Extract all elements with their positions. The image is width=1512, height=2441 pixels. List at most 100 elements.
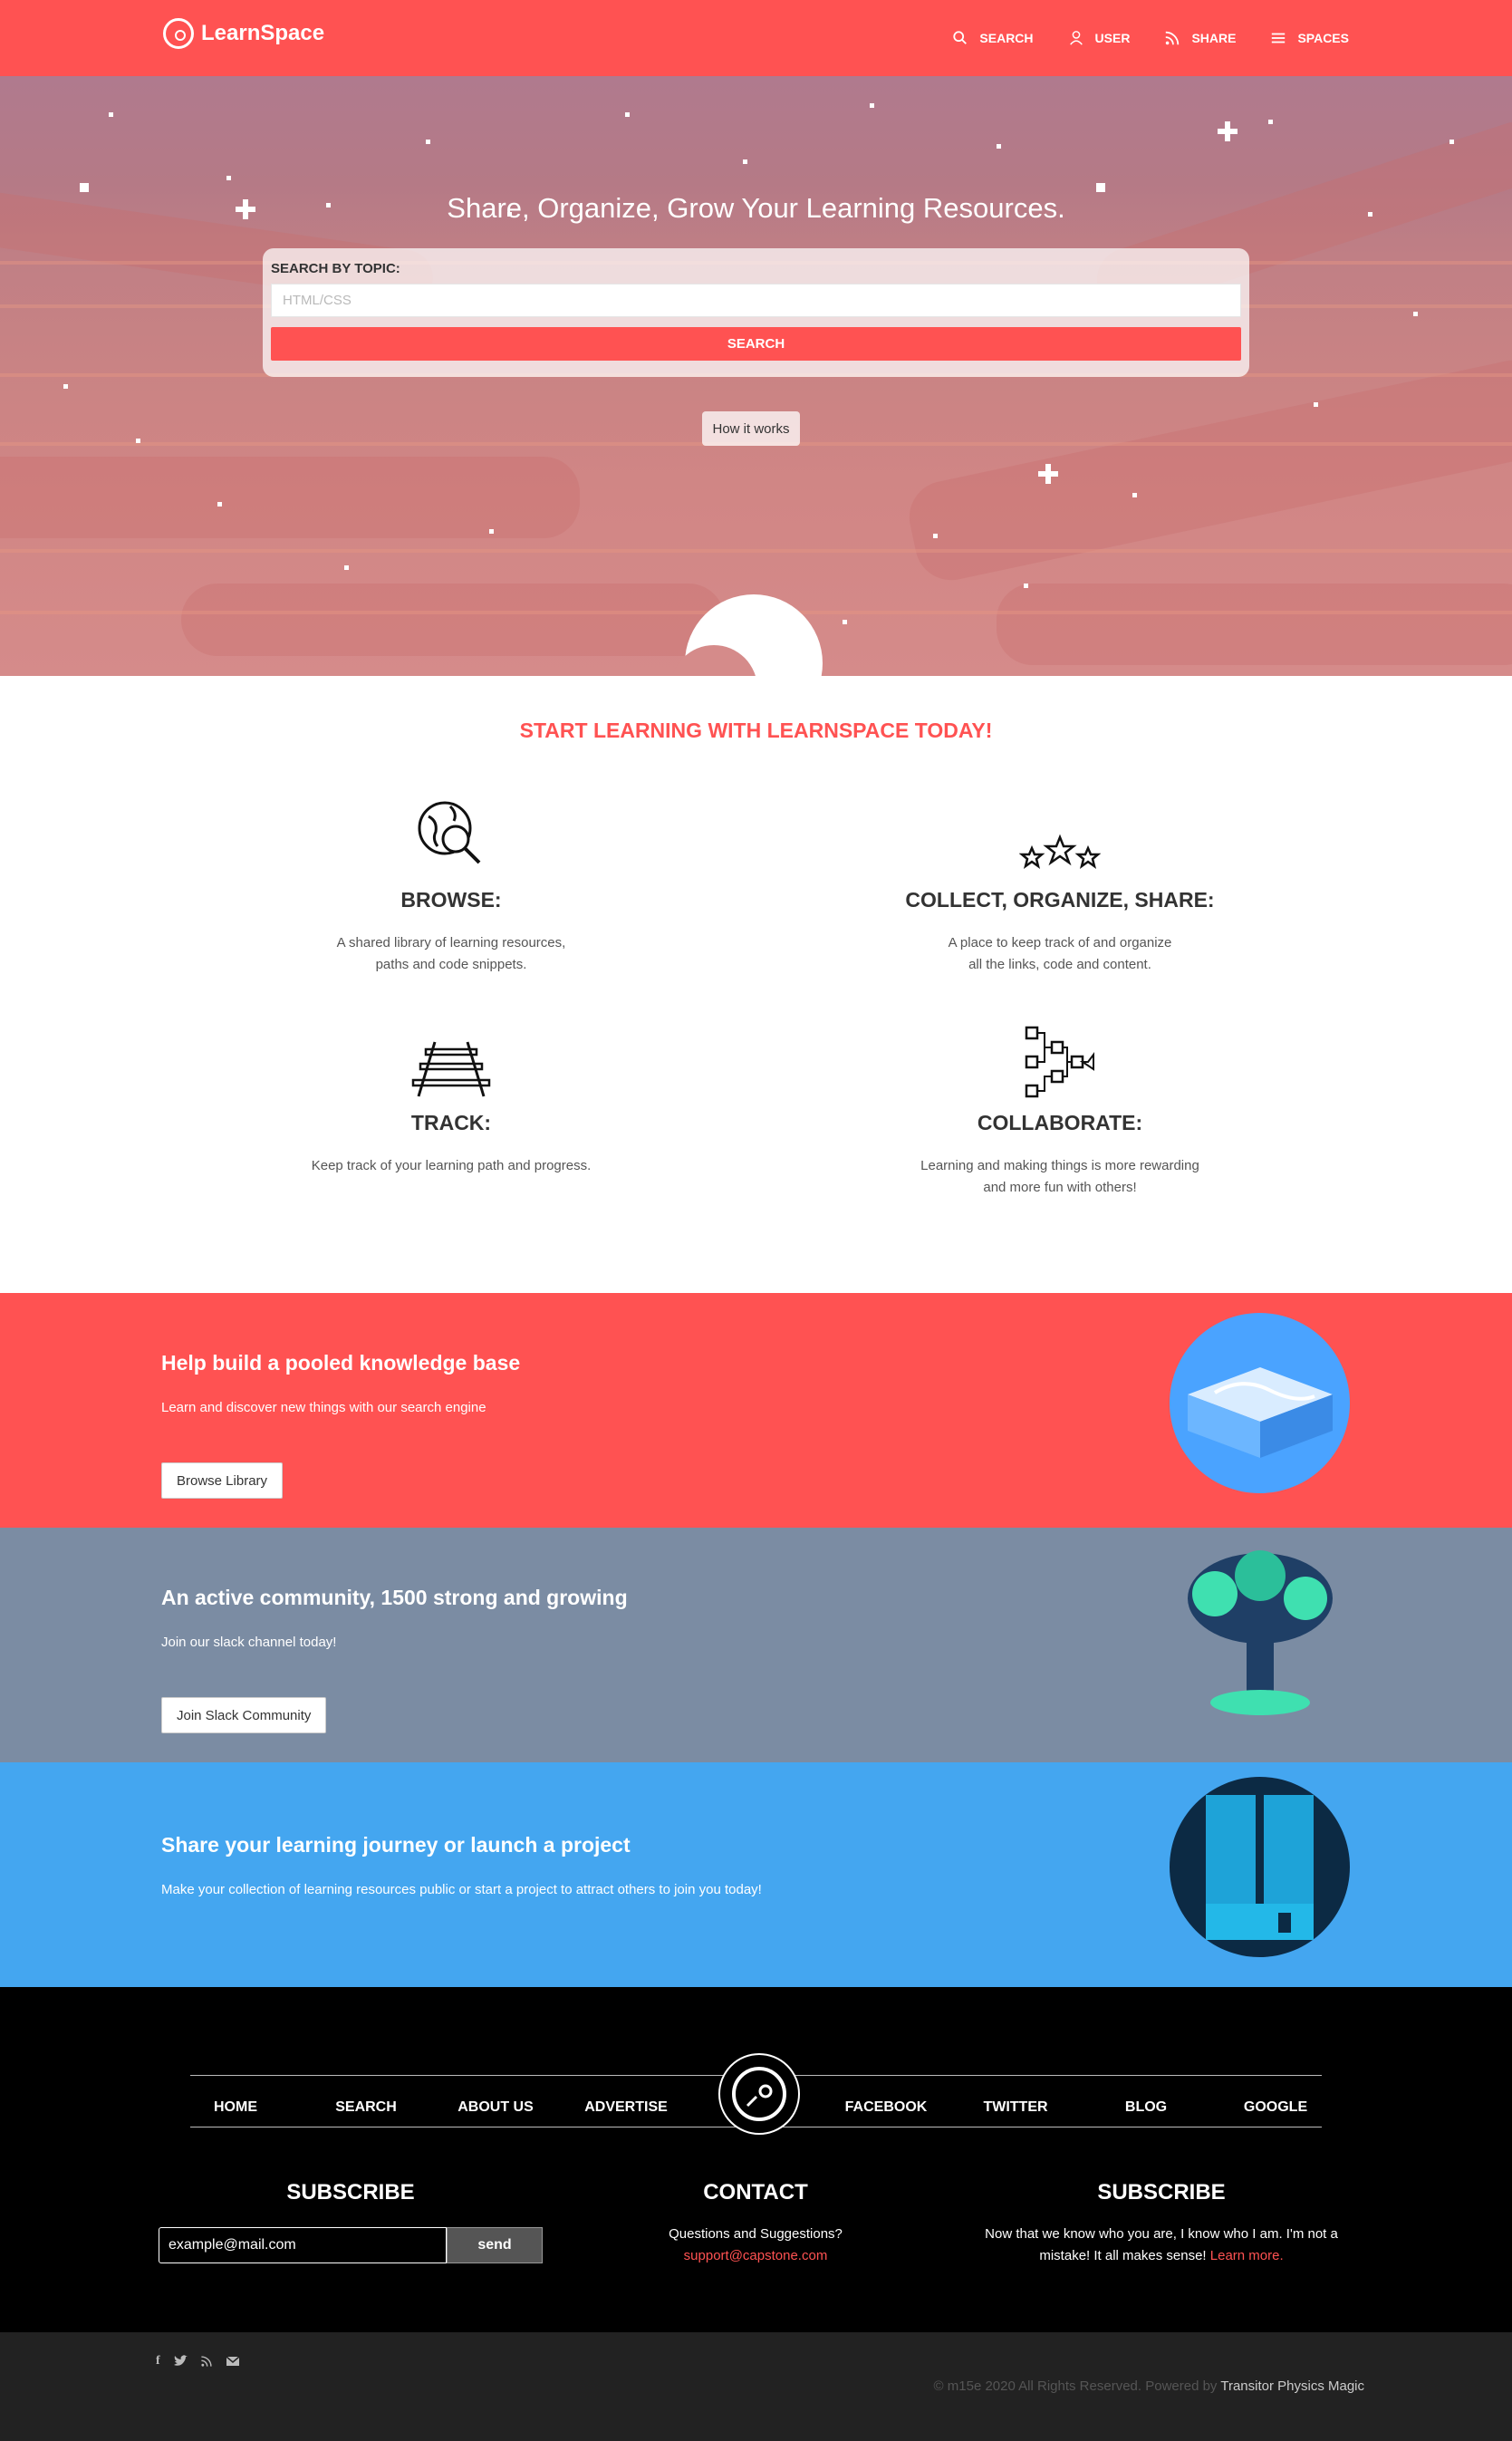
footer-link-advertise[interactable]: ADVERTISE	[584, 2099, 668, 2116]
feature-collect: COLLECT, ORGANIZE, SHARE: A place to kee…	[824, 794, 1295, 976]
sparkle	[1218, 121, 1238, 141]
globe-search-icon	[418, 801, 481, 864]
star	[63, 384, 68, 389]
footer-link-search[interactable]: SEARCH	[335, 2099, 397, 2116]
star	[1413, 312, 1418, 316]
features-title: START LEARNING WITH LEARNSPACE TODAY!	[519, 719, 993, 742]
hero-stripe	[0, 549, 1512, 553]
learn-more-link[interactable]: Learn more.	[1210, 2248, 1284, 2263]
nav-spaces-label: SPACES	[1297, 31, 1349, 45]
main-nav: SEARCH USER SHARE SPACES	[952, 0, 1349, 76]
brand-logo[interactable]: LearnSpace	[163, 18, 324, 49]
contact-title: CONTACT	[703, 2180, 808, 2205]
section-text: Learn and discover new things with our s…	[161, 1400, 486, 1415]
hero-cloud	[181, 584, 725, 656]
about-title: SUBSCRIBE	[1097, 2180, 1226, 2205]
knowledge-base-section: Help build a pooled knowledge base Learn…	[0, 1293, 1512, 1528]
subscribe-column: SUBSCRIBE	[159, 2180, 543, 2205]
feature-browse: BROWSE: A shared library of learning res…	[216, 794, 687, 976]
stars-icon	[1019, 834, 1101, 869]
browse-library-button[interactable]: Browse Library	[161, 1462, 284, 1499]
footer	[0, 1987, 1512, 2332]
feature-track: TRACK: Keep track of your learning path …	[216, 1017, 687, 1177]
feature-heading: TRACK:	[410, 1111, 492, 1134]
about-text-block: Now that we know who you are, I know who…	[966, 2224, 1357, 2267]
search-panel: SEARCH BY TOPIC: SEARCH	[263, 248, 1249, 377]
ice-cube-image	[1170, 1313, 1350, 1493]
feature-text: Keep track of your learning path and pro…	[311, 1158, 592, 1173]
menu-icon	[1272, 33, 1286, 43]
nav-user[interactable]: USER	[1068, 30, 1130, 46]
top-navbar: LearnSpace SEARCH USER SHARE SPACES	[0, 0, 1512, 76]
about-text: Now that we know who you are, I know who…	[985, 2226, 1338, 2263]
star	[843, 620, 847, 624]
star	[1024, 584, 1028, 588]
section-heading: An active community, 1500 strong and gro…	[161, 1586, 628, 1609]
logo-icon	[732, 2067, 786, 2121]
twitter-icon[interactable]	[173, 2355, 188, 2368]
star	[1268, 120, 1273, 124]
star	[426, 140, 430, 144]
window-scene-image	[1170, 1777, 1350, 1957]
social-links: f	[156, 2354, 240, 2369]
hero-cloud	[997, 584, 1512, 665]
hero-title: Share, Organize, Grow Your Learning Reso…	[447, 192, 1065, 224]
feature-heading: COLLABORATE:	[977, 1111, 1143, 1134]
tree-image	[1170, 1544, 1351, 1725]
flowchart-icon	[1025, 1026, 1094, 1098]
footer-link-about[interactable]: ABOUT US	[457, 2099, 534, 2116]
footer-link-twitter[interactable]: TWITTER	[983, 2099, 1047, 2116]
subscribe-email-input[interactable]	[159, 2227, 447, 2263]
brand-name: LearnSpace	[201, 21, 325, 45]
star	[217, 502, 222, 507]
search-icon	[953, 31, 968, 44]
subscribe-form: send	[159, 2227, 543, 2263]
subscribe-send-button[interactable]: send	[447, 2227, 543, 2263]
feature-text: Learning and making things is more rewar…	[920, 1158, 1199, 1195]
section-text: Join our slack channel today!	[161, 1635, 337, 1650]
search-button[interactable]: SEARCH	[271, 327, 1241, 361]
sparkle	[1038, 464, 1058, 484]
section-heading: Help build a pooled knowledge base	[161, 1351, 521, 1375]
footer-link-blog[interactable]: BLOG	[1125, 2099, 1167, 2116]
star	[1314, 402, 1318, 407]
feature-heading: COLLECT, ORGANIZE, SHARE:	[905, 888, 1215, 912]
star	[625, 112, 630, 117]
nav-spaces[interactable]: SPACES	[1270, 30, 1349, 46]
feature-collaborate: COLLABORATE: Learning and making things …	[824, 1017, 1295, 1199]
contact-email-link[interactable]: support@capstone.com	[574, 2245, 937, 2267]
star	[109, 112, 113, 117]
rss-icon[interactable]	[200, 2355, 213, 2368]
powered-by-link[interactable]: Transitor Physics Magic	[1220, 2378, 1364, 2394]
star	[743, 159, 747, 164]
search-label: SEARCH BY TOPIC:	[271, 261, 400, 276]
nav-search-label: SEARCH	[979, 31, 1034, 45]
star	[933, 534, 938, 538]
nav-search[interactable]: SEARCH	[952, 30, 1034, 46]
footer-link-home[interactable]: HOME	[214, 2099, 257, 2116]
join-slack-button[interactable]: Join Slack Community	[161, 1697, 327, 1733]
subscribe-title: SUBSCRIBE	[286, 2180, 415, 2205]
facebook-icon[interactable]: f	[156, 2354, 160, 2369]
copyright-text: © m15e 2020 All Rights Reserved. Powered…	[933, 2378, 1218, 2394]
star	[80, 183, 89, 192]
footer-logo[interactable]	[718, 2053, 800, 2135]
community-section: An active community, 1500 strong and gro…	[0, 1528, 1512, 1762]
logo-icon	[163, 18, 194, 49]
footer-link-google[interactable]: GOOGLE	[1244, 2099, 1307, 2116]
topic-search-input[interactable]	[271, 284, 1241, 317]
user-icon	[1069, 31, 1083, 45]
mail-icon[interactable]	[226, 2356, 240, 2367]
footer-link-facebook[interactable]: FACEBOOK	[845, 2099, 928, 2116]
contact-text: Questions and Suggestions?	[669, 2226, 843, 2242]
how-it-works-button[interactable]: How it works	[702, 411, 800, 446]
nav-share[interactable]: SHARE	[1164, 30, 1236, 46]
nav-share-label: SHARE	[1191, 31, 1237, 45]
star	[1449, 140, 1454, 144]
share-journey-section: Share your learning journey or launch a …	[0, 1762, 1512, 1987]
about-column: SUBSCRIBE Now that we know who you are, …	[966, 2180, 1357, 2267]
star	[997, 144, 1001, 149]
hero-cloud	[0, 457, 580, 538]
star	[136, 439, 140, 443]
star	[1096, 183, 1105, 192]
